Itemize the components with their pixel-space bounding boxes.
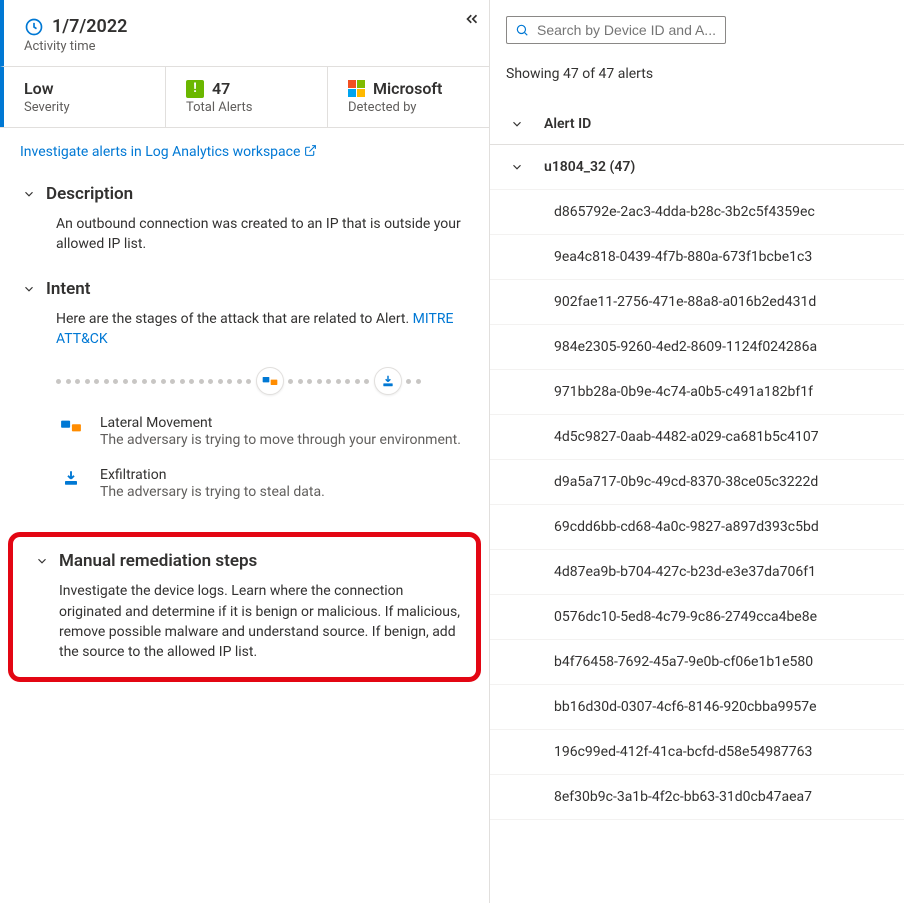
alert-group-row[interactable]: u1804_32 (47) xyxy=(490,145,904,190)
remediation-title: Manual remediation steps xyxy=(59,551,257,571)
intent-item-title: Exfiltration xyxy=(100,467,325,483)
remediation-highlight: Manual remediation steps Investigate the… xyxy=(8,532,481,681)
alerts-panel: Showing 47 of 47 alerts Alert ID u1804_3… xyxy=(490,0,904,903)
alerts-label: Total Alerts xyxy=(186,100,307,115)
alert-row[interactable]: 196c99ed-412f-41ca-bcfd-d58e54987763 xyxy=(490,730,904,775)
investigate-link[interactable]: Investigate alerts in Log Analytics work… xyxy=(20,144,317,160)
alert-row[interactable]: b4f76458-7692-45a7-9e0b-cf06e1b1e580 xyxy=(490,640,904,685)
lateral-movement-stage-icon xyxy=(256,367,284,395)
severity-label: Severity xyxy=(24,100,145,115)
intent-item-desc: The adversary is trying to steal data. xyxy=(100,483,325,503)
alert-row[interactable]: bb16d30d-0307-4cf6-8146-920cbba9957e xyxy=(490,685,904,730)
activity-date-label: Activity time xyxy=(24,39,469,54)
exfiltration-stage-icon xyxy=(374,367,402,395)
chevron-down-icon xyxy=(510,160,524,174)
alert-row[interactable]: d865792e-2ac3-4dda-b28c-3b2c5f4359ec xyxy=(490,190,904,235)
intent-item-lateral-movement: Lateral Movement The adversary is trying… xyxy=(32,403,469,455)
description-title: Description xyxy=(46,184,133,204)
search-box[interactable] xyxy=(506,16,726,44)
detected-by-cell: Microsoft Detected by xyxy=(328,67,489,127)
alerts-value: 47 xyxy=(212,79,230,98)
column-header-text: Alert ID xyxy=(544,116,591,132)
chevron-down-icon xyxy=(35,554,49,568)
exfiltration-icon xyxy=(62,469,80,487)
detected-value: Microsoft xyxy=(373,79,442,98)
alert-badge-icon xyxy=(186,80,204,98)
alert-row[interactable]: 9ea4c818-0439-4f7b-880a-673f1bcbe1c3 xyxy=(490,235,904,280)
clock-icon xyxy=(24,17,44,37)
alert-row[interactable]: 971bb28a-0b9e-4c74-a0b5-c491a182bf1f xyxy=(490,370,904,415)
search-icon xyxy=(515,23,529,37)
description-body: An outbound connection was created to an… xyxy=(32,204,469,255)
remediation-toggle[interactable]: Manual remediation steps xyxy=(35,551,464,571)
alert-row[interactable]: d9a5a717-0b9c-49cd-8370-38ce05c3222d xyxy=(490,460,904,505)
alert-group-label: u1804_32 (47) xyxy=(544,159,635,175)
intent-item-exfiltration: Exfiltration The adversary is trying to … xyxy=(32,455,469,507)
alert-id-column-header[interactable]: Alert ID xyxy=(490,92,904,145)
alert-row[interactable]: 4d87ea9b-b704-427c-b23d-e3e37da706f1 xyxy=(490,550,904,595)
alert-row[interactable]: 0576dc10-5ed8-4c79-9c86-2749cca4be8e xyxy=(490,595,904,640)
alert-row[interactable]: 69cdd6bb-cd68-4a0c-9827-a897d393c5bd xyxy=(490,505,904,550)
description-toggle[interactable]: Description xyxy=(22,184,469,204)
detected-label: Detected by xyxy=(348,100,469,115)
chevrons-left-icon xyxy=(463,10,481,28)
collapse-panel-button[interactable] xyxy=(463,10,481,34)
attack-timeline xyxy=(32,349,469,403)
investigate-link-text: Investigate alerts in Log Analytics work… xyxy=(20,144,300,160)
intent-body: Here are the stages of the attack that a… xyxy=(32,299,469,350)
details-panel: 1/7/2022 Activity time Low Severity 47 T… xyxy=(0,0,490,903)
description-section: Description An outbound connection was c… xyxy=(0,176,489,271)
microsoft-logo-icon xyxy=(348,80,365,97)
intent-item-desc: The adversary is trying to move through … xyxy=(100,431,461,451)
total-alerts-cell: 47 Total Alerts xyxy=(166,67,328,127)
chevron-down-icon xyxy=(22,187,36,201)
search-input[interactable] xyxy=(537,22,717,38)
alert-row[interactable]: 902fae11-2756-471e-88a8-a016b2ed431d xyxy=(490,280,904,325)
remediation-body: Investigate the device logs. Learn where… xyxy=(35,571,464,662)
external-link-icon xyxy=(304,144,317,157)
stats-row: Low Severity 47 Total Alerts Microsoft D… xyxy=(0,67,489,128)
severity-value: Low xyxy=(24,79,145,98)
intent-item-title: Lateral Movement xyxy=(100,415,461,431)
chevron-down-icon xyxy=(22,282,36,296)
intent-title: Intent xyxy=(46,279,90,299)
activity-time-card: 1/7/2022 Activity time xyxy=(0,0,489,67)
alert-row[interactable]: 8ef30b9c-3a1b-4f2c-bb63-31d0cb47aea7 xyxy=(490,775,904,820)
intent-toggle[interactable]: Intent xyxy=(22,279,469,299)
alert-row[interactable]: 4d5c9827-0aab-4482-a029-ca681b5c4107 xyxy=(490,415,904,460)
chevron-down-icon xyxy=(510,117,524,131)
alerts-list: u1804_32 (47) d865792e-2ac3-4dda-b28c-3b… xyxy=(490,145,904,903)
showing-count: Showing 47 of 47 alerts xyxy=(490,52,904,92)
intent-section: Intent Here are the stages of the attack… xyxy=(0,271,489,523)
severity-cell: Low Severity xyxy=(0,67,166,127)
alert-row[interactable]: 984e2305-9260-4ed2-8609-1124f024286a xyxy=(490,325,904,370)
lateral-movement-icon xyxy=(60,417,82,435)
activity-date: 1/7/2022 xyxy=(52,16,127,37)
